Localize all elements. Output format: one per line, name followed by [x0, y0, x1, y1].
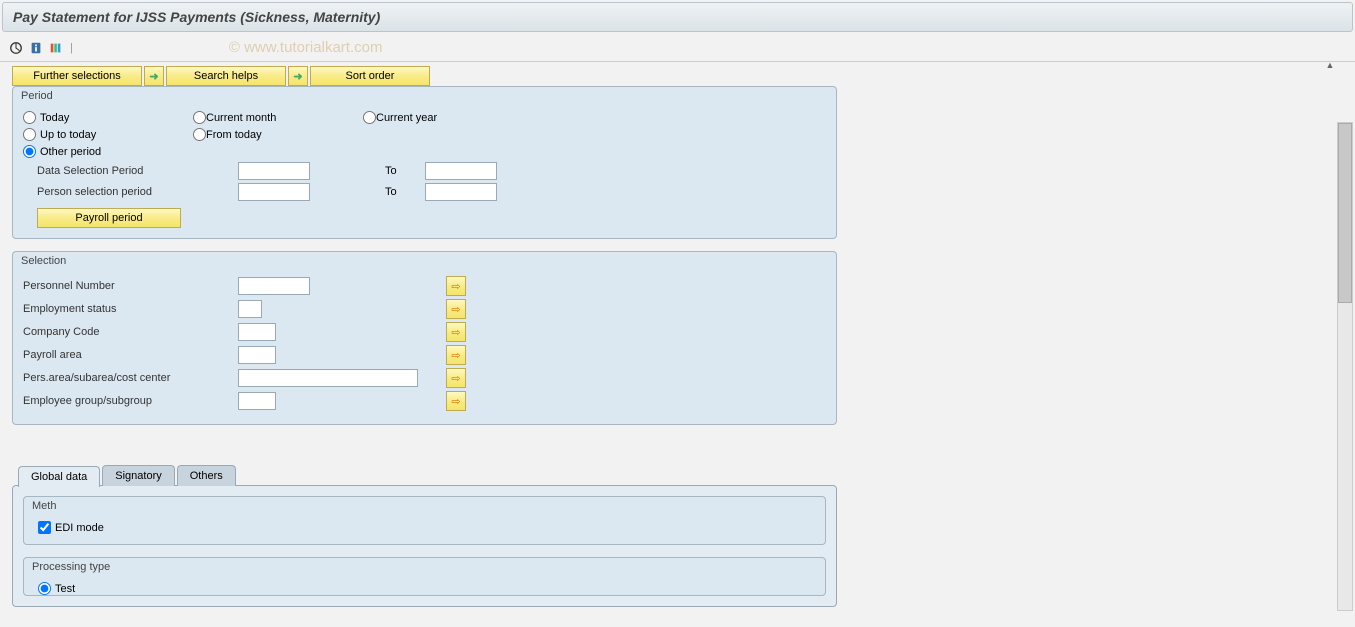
- radio-current-year[interactable]: Current year: [363, 111, 437, 124]
- multiple-selection-button[interactable]: ⇨: [446, 368, 466, 388]
- selection-input[interactable]: [238, 369, 418, 387]
- selection-field-label: Employment status: [23, 303, 238, 315]
- selection-field-label: Pers.area/subarea/cost center: [23, 372, 238, 384]
- processing-title: Processing type: [24, 558, 825, 576]
- sort-order-button[interactable]: Sort order: [310, 66, 430, 86]
- bars-icon[interactable]: [48, 40, 64, 56]
- search-helps-button[interactable]: Search helps: [166, 66, 286, 86]
- scrollbar-thumb[interactable]: [1338, 123, 1352, 303]
- radio-today[interactable]: Today: [23, 111, 193, 124]
- selection-field-label: Employee group/subgroup: [23, 395, 238, 407]
- tab-content-global: Meth EDI mode Processing type Test: [12, 485, 837, 607]
- multiple-selection-button[interactable]: ⇨: [446, 276, 466, 296]
- multiple-selection-button[interactable]: ⇨: [446, 322, 466, 342]
- to-label: To: [385, 186, 415, 198]
- arrow-right-icon: ⇨: [451, 280, 460, 293]
- tab-others[interactable]: Others: [177, 465, 236, 486]
- arrow-right-icon: ⇨: [451, 372, 460, 385]
- processing-type-groupbox: Processing type Test: [23, 557, 826, 596]
- title-bar: Pay Statement for IJSS Payments (Sicknes…: [2, 2, 1353, 32]
- selection-row: Payroll area ⇨: [23, 345, 826, 365]
- data-selection-to-input[interactable]: [425, 162, 497, 180]
- to-label: To: [385, 165, 415, 177]
- selection-row: Company Code ⇨: [23, 322, 826, 342]
- payroll-period-button[interactable]: Payroll period: [37, 208, 181, 228]
- period-title: Period: [13, 87, 836, 105]
- selection-field-label: Personnel Number: [23, 280, 238, 292]
- selection-input[interactable]: [238, 346, 276, 364]
- multiple-selection-button[interactable]: ⇨: [446, 345, 466, 365]
- person-selection-label: Person selection period: [23, 186, 238, 198]
- selection-field-label: Company Code: [23, 326, 238, 338]
- selection-row: Personnel Number ⇨: [23, 276, 826, 296]
- multiple-selection-button[interactable]: ⇨: [446, 391, 466, 411]
- data-selection-from-input[interactable]: [238, 162, 310, 180]
- selection-input[interactable]: [238, 277, 310, 295]
- data-selection-label: Data Selection Period: [23, 165, 238, 177]
- radio-current-month[interactable]: Current month: [193, 111, 363, 124]
- arrow-right-icon: ➜: [149, 70, 158, 83]
- edi-mode-checkbox[interactable]: EDI mode: [34, 521, 815, 534]
- selection-input[interactable]: [238, 323, 276, 341]
- meth-title: Meth: [24, 497, 825, 515]
- info-icon[interactable]: [28, 40, 44, 56]
- selection-input[interactable]: [238, 392, 276, 410]
- selection-groupbox: Selection Personnel Number⇨Employment st…: [12, 251, 837, 425]
- arrow-right-icon: ⇨: [451, 349, 460, 362]
- period-groupbox: Period Today Current month Current year …: [12, 86, 837, 239]
- arrow-right-icon: ⇨: [451, 326, 460, 339]
- execute-icon[interactable]: [8, 40, 24, 56]
- tab-global-data[interactable]: Global data: [18, 466, 100, 487]
- selection-row: Pers.area/subarea/cost center ⇨: [23, 368, 826, 388]
- selection-title: Selection: [13, 252, 836, 270]
- multiple-selection-button[interactable]: ⇨: [446, 299, 466, 319]
- watermark-text: © www.tutorialkart.com: [229, 39, 383, 56]
- selection-row: Employment status ⇨: [23, 299, 826, 319]
- selection-input[interactable]: [238, 300, 262, 318]
- radio-test[interactable]: Test: [34, 582, 815, 595]
- selection-row: Employee group/subgroup ⇨: [23, 391, 826, 411]
- arrow-right-icon: ⇨: [451, 395, 460, 408]
- person-selection-to-input[interactable]: [425, 183, 497, 201]
- radio-other-period[interactable]: Other period: [23, 145, 193, 158]
- arrow-right-icon: ➜: [293, 70, 302, 83]
- tab-signatory[interactable]: Signatory: [102, 465, 174, 486]
- page-title: Pay Statement for IJSS Payments (Sicknes…: [13, 9, 1342, 25]
- radio-up-to-today[interactable]: Up to today: [23, 128, 193, 141]
- search-helps-arrow-button[interactable]: ➜: [144, 66, 164, 86]
- content-area: Further selections ➜ Search helps ➜ Sort…: [0, 62, 1355, 611]
- person-selection-from-input[interactable]: [238, 183, 310, 201]
- further-selections-button[interactable]: Further selections: [12, 66, 142, 86]
- arrow-right-icon: ⇨: [451, 303, 460, 316]
- meth-groupbox: Meth EDI mode: [23, 496, 826, 545]
- selection-button-row: Further selections ➜ Search helps ➜ Sort…: [12, 66, 1343, 86]
- toolbar-separator: |: [70, 42, 73, 54]
- radio-from-today[interactable]: From today: [193, 128, 363, 141]
- sort-order-arrow-button[interactable]: ➜: [288, 66, 308, 86]
- selection-field-label: Payroll area: [23, 349, 238, 361]
- app-toolbar: | © www.tutorialkart.com: [0, 34, 1355, 61]
- vertical-scrollbar[interactable]: [1337, 122, 1353, 611]
- tab-strip: Global data Signatory Others: [18, 465, 1343, 486]
